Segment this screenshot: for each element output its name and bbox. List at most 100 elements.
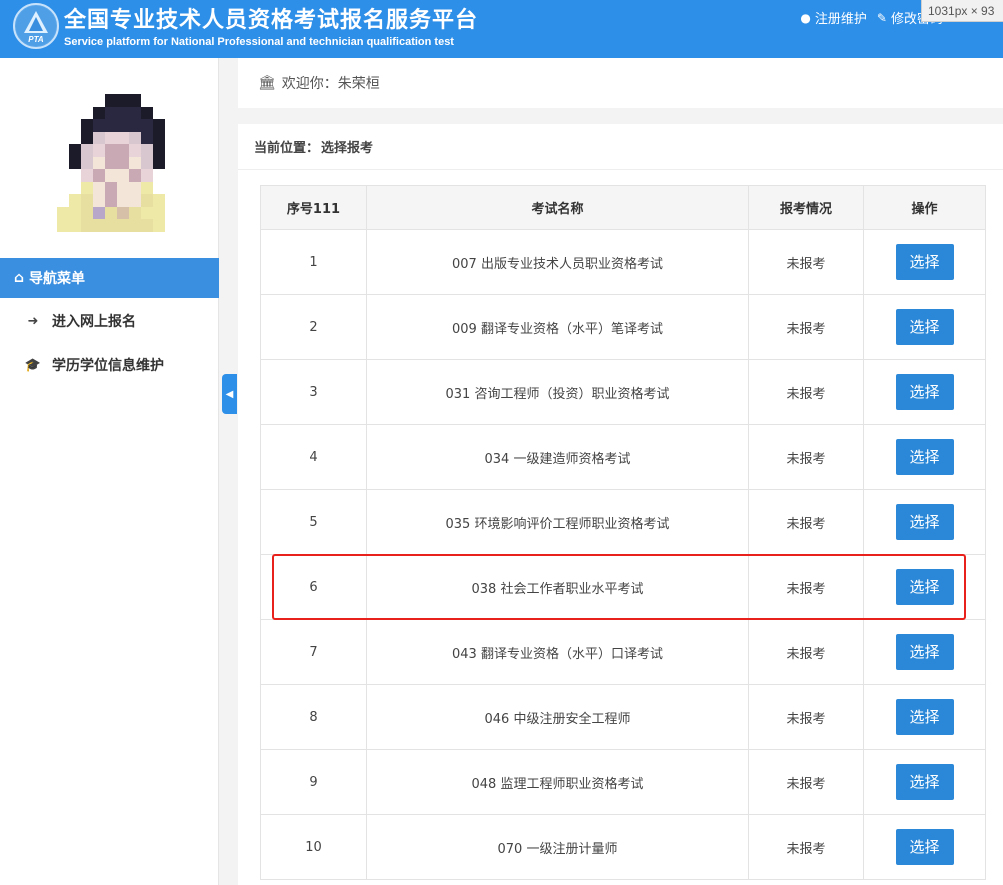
home-icon: ⌂ [14,270,25,286]
registration-status: 未报考 [748,359,864,425]
avatar-pixel [81,94,93,107]
registration-status: 未报考 [748,619,864,685]
table-row: 6 038 社会工作者职业水平考试 未报考 选择 [260,554,986,620]
edit-icon: ✎ [876,10,887,25]
avatar-pixel [105,131,117,144]
avatar-pixel [153,181,165,194]
avatar-pixel [129,94,141,107]
table-row: 2 009 翻译专业资格（水平）笔译考试 未报考 选择 [260,294,986,360]
column-header-no: 序号111 [260,185,367,230]
avatar-pixel [117,219,129,232]
site-title: 全国专业技术人员资格考试报名服务平台 [64,8,479,33]
avatar-pixel [141,194,153,207]
exam-name: 007 出版专业技术人员职业资格考试 [366,229,749,295]
avatar-pixel [57,144,69,157]
row-number: 8 [260,684,367,750]
avatar-pixel [81,131,93,144]
action-cell: 选择 [863,684,986,750]
sign-in-icon: ➜ [27,313,39,329]
registration-status: 未报考 [748,814,864,880]
avatar-pixel [57,194,69,207]
avatar-pixel [57,131,69,144]
breadcrumb-current: 选择报考 [321,141,374,156]
sidebar-item-label: 学历学位信息维护 [52,358,164,374]
sidebar-item-online-registration[interactable]: ➜ 进入网上报名 [0,299,219,343]
table-row: 7 043 翻译专业资格（水平）口译考试 未报考 选择 [260,619,986,685]
avatar-pixel [141,106,153,119]
avatar-pixel [57,206,69,219]
avatar-pixel [105,156,117,169]
avatar-pixel [153,206,165,219]
register-maintain-label: 注册维护 [814,12,867,27]
table-row: 10 070 一级注册计量师 未报考 选择 [260,814,986,880]
avatar-pixel [117,94,129,107]
select-button[interactable]: 选择 [895,634,954,670]
avatar-pixel [153,194,165,207]
avatar-pixel [153,94,165,107]
svg-text:PTA: PTA [28,35,44,44]
row-number: 5 [260,489,367,555]
avatar-pixel [105,206,117,219]
avatar-pixel [105,94,117,107]
avatar-pixel [141,94,153,107]
welcome-bar: 🏛 欢迎你：朱荣桓 [238,58,1003,108]
graduation-cap-icon: 🎓 [24,357,42,373]
registration-status: 未报考 [748,229,864,295]
avatar-pixel [93,94,105,107]
select-button[interactable]: 选择 [895,244,954,280]
avatar-pixel [129,119,141,132]
avatar [57,94,165,232]
avatar-pixel [117,156,129,169]
action-cell: 选择 [863,424,986,490]
select-button[interactable]: 选择 [895,764,954,800]
avatar-pixel [57,106,69,119]
sidebar-collapse-toggle[interactable]: ◀ [222,374,237,414]
row-number: 9 [260,749,367,815]
avatar-pixel [57,156,69,169]
avatar-pixel [93,206,105,219]
avatar-pixel [141,156,153,169]
action-cell: 选择 [863,749,986,815]
avatar-pixel [81,144,93,157]
select-button[interactable]: 选择 [895,699,954,735]
sidebar-item-education-info[interactable]: 🎓 学历学位信息维护 [0,343,219,387]
table-row: 3 031 咨询工程师（投资）职业资格考试 未报考 选择 [260,359,986,425]
nav-menu-label: 导航菜单 [29,271,86,287]
table-row: 1 007 出版专业技术人员职业资格考试 未报考 选择 [260,229,986,295]
avatar-pixel [129,169,141,182]
avatar-pixel [57,181,69,194]
avatar-pixel [69,169,81,182]
select-button[interactable]: 选择 [895,829,954,865]
breadcrumb: 当前位置： 选择报考 [238,124,1003,170]
avatar-pixel [81,181,93,194]
exam-name: 048 监理工程师职业资格考试 [366,749,749,815]
exam-name: 038 社会工作者职业水平考试 [366,554,749,620]
avatar-pixel [141,144,153,157]
row-number: 6 [260,554,367,620]
avatar-pixel [153,169,165,182]
exam-table: 序号111 考试名称 报考情况 操作 1 007 出版专业技术人员职业资格考试 未报… [260,185,986,880]
avatar-pixel [153,144,165,157]
select-button[interactable]: 选择 [895,439,954,475]
registration-status: 未报考 [748,489,864,555]
avatar-pixel [81,169,93,182]
select-button[interactable]: 选择 [895,504,954,540]
exam-name: 031 咨询工程师（投资）职业资格考试 [366,359,749,425]
register-maintain-link[interactable]: ● 注册维护 [800,8,867,28]
exam-name: 043 翻译专业资格（水平）口译考试 [366,619,749,685]
avatar-pixel [129,206,141,219]
chevron-left-icon: ◀ [225,388,234,400]
select-button[interactable]: 选择 [895,569,954,605]
avatar-pixel [69,131,81,144]
table-row: 8 046 中级注册安全工程师 未报考 选择 [260,684,986,750]
select-button[interactable]: 选择 [895,374,954,410]
table-row: 9 048 监理工程师职业资格考试 未报考 选择 [260,749,986,815]
nav-menu-header[interactable]: ⌂ 导航菜单 [0,258,219,298]
row-number: 2 [260,294,367,360]
select-button[interactable]: 选择 [895,309,954,345]
avatar-pixel [129,181,141,194]
avatar-pixel [105,106,117,119]
exam-name: 035 环境影响评价工程师职业资格考试 [366,489,749,555]
avatar-pixel [117,119,129,132]
row-number: 7 [260,619,367,685]
